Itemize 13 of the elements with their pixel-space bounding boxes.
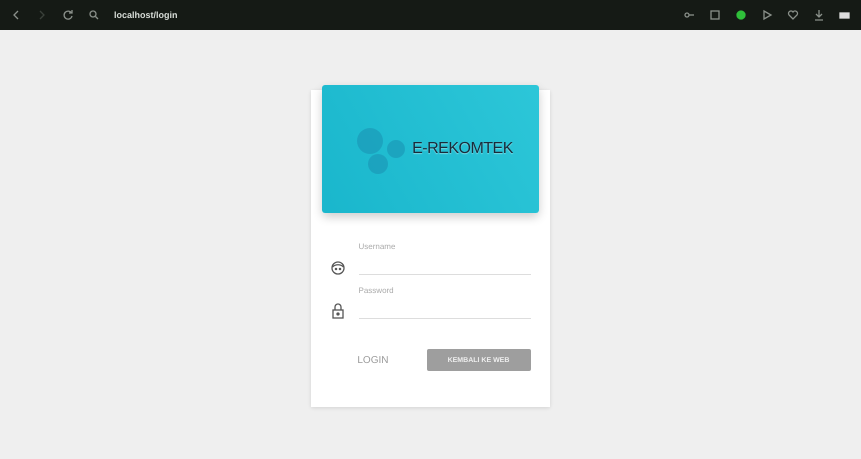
reload-icon[interactable] <box>62 9 74 21</box>
play-icon[interactable] <box>761 9 773 21</box>
user-face-icon <box>330 261 344 275</box>
search-icon[interactable] <box>88 9 100 21</box>
text-field[interactable]: Username <box>358 239 530 275</box>
download-icon[interactable] <box>813 9 825 21</box>
logo-text: E-REKOMTEK <box>412 140 513 158</box>
heart-icon[interactable] <box>787 9 799 21</box>
address-bar-url[interactable]: localhost/login <box>114 10 178 20</box>
extension-icon[interactable] <box>735 9 747 21</box>
login-button[interactable]: LOGIN <box>351 350 394 370</box>
lock-icon <box>330 303 344 319</box>
text-field[interactable]: Password <box>358 283 530 319</box>
